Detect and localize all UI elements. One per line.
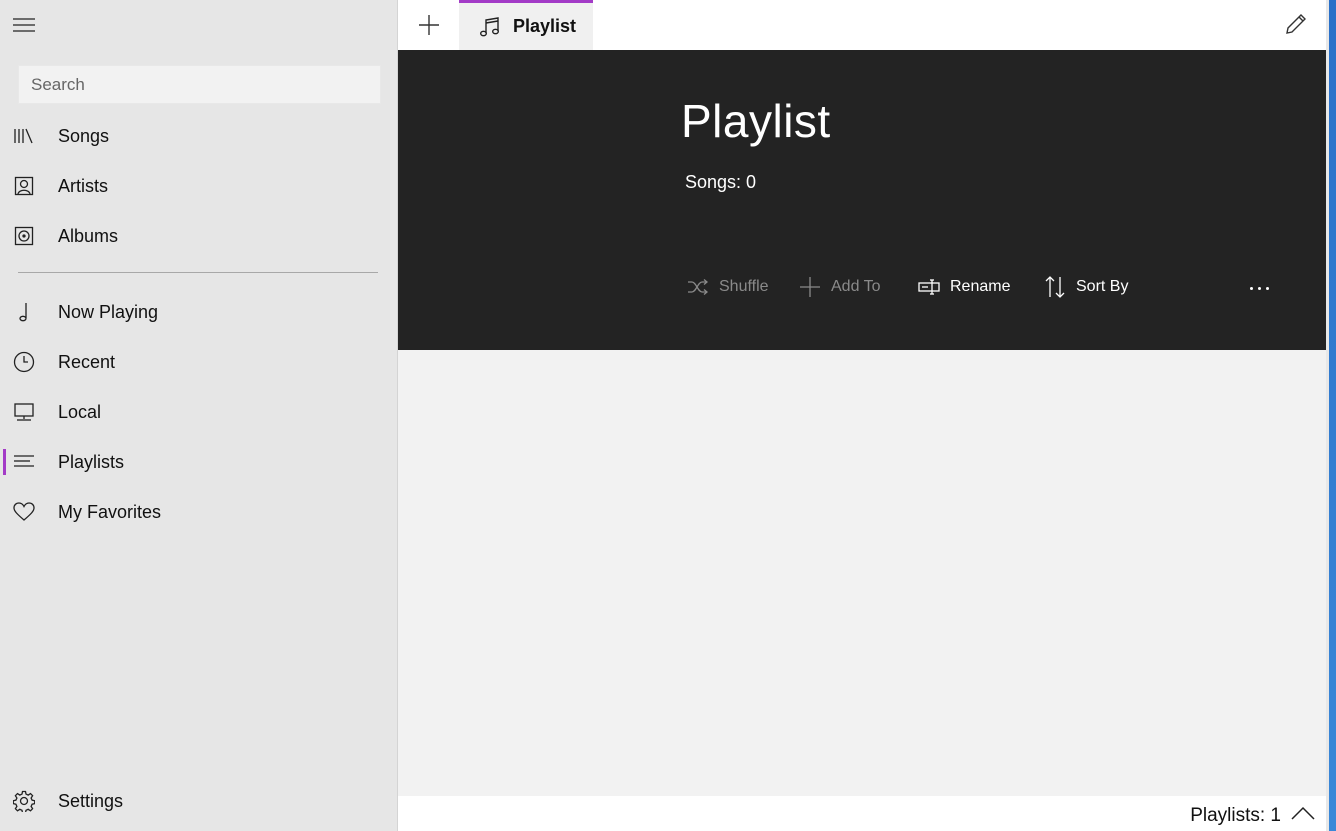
playlist-icon: [13, 451, 35, 473]
sort-icon: [1045, 276, 1065, 298]
add-tab-button[interactable]: [398, 0, 459, 50]
more-options-button[interactable]: [1244, 276, 1274, 300]
plus-icon: [418, 15, 439, 35]
heart-icon: [13, 501, 35, 523]
sidebar-item-local[interactable]: Local: [0, 387, 398, 437]
sidebar-item-settings[interactable]: Settings: [0, 776, 398, 826]
shuffle-label: Shuffle: [719, 278, 769, 295]
sidebar-item-albums[interactable]: Albums: [0, 211, 398, 261]
rename-icon: [918, 279, 940, 295]
gear-icon: [13, 790, 35, 812]
sidebar-item-label: Now Playing: [58, 301, 159, 322]
sidebar-item-label: Albums: [58, 225, 119, 246]
tab-bar: Playlist: [398, 0, 1326, 50]
album-icon: [13, 225, 35, 247]
rename-button[interactable]: Rename: [918, 272, 1010, 302]
playlists-count: Playlists: 1: [1190, 805, 1281, 826]
library-icon: [13, 125, 35, 147]
music-notes-icon: [480, 16, 499, 36]
page-title: Playlist: [681, 95, 831, 147]
clock-icon: [13, 351, 35, 373]
sidebar-item-label: Songs: [58, 125, 110, 146]
chevron-up-icon[interactable]: [1290, 804, 1316, 822]
sidebar-divider: [18, 272, 378, 273]
window-edge: [1326, 0, 1336, 831]
shuffle-button[interactable]: Shuffle: [687, 272, 769, 302]
rename-label: Rename: [950, 278, 1011, 295]
more-dot: [1265, 286, 1269, 290]
sidebar-item-label: Artists: [58, 175, 109, 196]
sidebar-item-label: Playlists: [58, 451, 125, 472]
sidebar-item-now-playing[interactable]: Now Playing: [0, 287, 398, 337]
desktop-strip: [1329, 0, 1336, 831]
shuffle-icon: [688, 279, 709, 295]
sidebar-item-label: Recent: [58, 351, 116, 372]
add-to-button[interactable]: Add To: [799, 272, 881, 302]
sidebar-item-my-favorites[interactable]: My Favorites: [0, 487, 398, 537]
sidebar-item-label: Local: [58, 401, 102, 422]
computer-icon: [13, 401, 35, 423]
playlist-header: Playlist Songs: 0 Shuffle Add To Rename …: [398, 50, 1326, 350]
more-dot: [1249, 286, 1253, 290]
sidebar-item-label: My Favorites: [58, 501, 162, 522]
artist-icon: [13, 175, 35, 197]
add-to-label: Add To: [831, 278, 881, 295]
sidebar-item-label: Settings: [58, 790, 124, 811]
tab-label: Playlist: [513, 16, 577, 36]
sidebar-item-playlists[interactable]: Playlists: [0, 437, 398, 487]
search-input[interactable]: [31, 74, 380, 95]
tab-playlist[interactable]: Playlist: [459, 0, 593, 50]
status-bar: Playlists: 1: [398, 796, 1326, 831]
sort-by-label: Sort By: [1076, 278, 1129, 295]
sidebar-item-songs[interactable]: Songs: [0, 111, 398, 161]
sort-by-button[interactable]: Sort By: [1044, 272, 1128, 302]
navigation-pane: Songs Artists Albums Now Playing Recent …: [0, 0, 398, 831]
sidebar-item-artists[interactable]: Artists: [0, 161, 398, 211]
more-dot: [1257, 286, 1261, 290]
music-note-icon: [13, 301, 35, 323]
plus-icon: [800, 277, 820, 297]
pencil-icon[interactable]: [1284, 12, 1308, 36]
search-box[interactable]: [18, 65, 381, 104]
sidebar-item-recent[interactable]: Recent: [0, 337, 398, 387]
song-list-area: [398, 350, 1326, 796]
songs-count: Songs: 0: [685, 172, 757, 192]
hamburger-menu-icon[interactable]: [12, 16, 36, 34]
